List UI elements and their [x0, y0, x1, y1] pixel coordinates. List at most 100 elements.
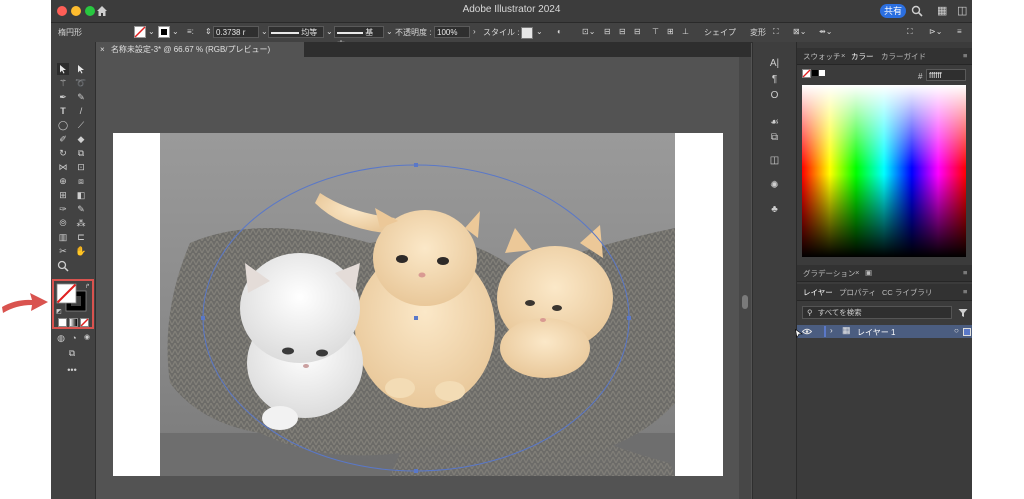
recolor-icon[interactable]: ◐ [557, 27, 562, 36]
tab-gradient[interactable]: グラデーション [803, 268, 855, 279]
document-tab[interactable]: × 名称未設定-3* @ 66.67 % (RGB/プレビュー) [96, 42, 304, 57]
align-icon[interactable]: ⊡⌄ [582, 27, 595, 36]
opacity-field[interactable]: 100% [434, 26, 470, 38]
expand-chevron-icon[interactable]: › [830, 326, 833, 335]
eye-icon[interactable] [802, 328, 812, 335]
paragraph-panel-icon[interactable]: ¶ [753, 74, 796, 85]
stroke-profile-dropdown[interactable]: 均等 [268, 26, 324, 38]
zoom-tool-icon[interactable] [57, 260, 69, 272]
fill-color-mode-button[interactable] [58, 318, 67, 327]
stroke-weight-stepper-icon[interactable]: ⇕ [205, 27, 212, 36]
shaper-tool-icon[interactable]: ✐ [56, 133, 70, 145]
align-right-icon[interactable]: ⊟ [634, 27, 641, 36]
transform-panel-icon[interactable]: ◫ [753, 155, 796, 166]
type-tool-icon[interactable]: T [56, 105, 70, 117]
tab-color-guide[interactable]: カラーガイド [881, 51, 926, 62]
filter-icon[interactable] [958, 308, 968, 318]
fill-swatch-none[interactable] [134, 26, 146, 38]
draw-mode-icon[interactable]: ◍ [54, 332, 68, 344]
tab-properties[interactable]: プロパティ [839, 287, 876, 298]
layers-menu-icon[interactable]: ≡ [963, 287, 967, 296]
fill-none-mode-button[interactable] [80, 318, 89, 327]
curvature-tool-icon[interactable]: ✎ [74, 91, 88, 103]
transform-button[interactable]: 変形 [750, 27, 766, 38]
blend-tool-icon[interactable]: ⦾ [56, 217, 70, 229]
gradient-swatch-icon[interactable]: ▣ [865, 268, 872, 277]
scale-tool-icon[interactable]: ⧉ [74, 147, 88, 159]
eraser-tool-icon[interactable]: ◆ [74, 133, 88, 145]
align-center-icon[interactable]: ⊟ [619, 27, 626, 36]
gradient-menu-icon[interactable]: ≡ [963, 268, 967, 277]
symbols-panel-icon[interactable]: ♣ [753, 204, 796, 215]
workspace-switcher-icon[interactable]: ▦ [937, 4, 947, 18]
transform-options-icon[interactable]: ⇴⌄ [819, 27, 832, 36]
profile-chevron-icon[interactable]: ⌄ [326, 27, 333, 36]
style-chevron-icon[interactable]: ⌄ [536, 27, 543, 36]
more-tools-icon[interactable]: ••• [65, 364, 79, 376]
panel-menu-icon[interactable]: ≡ [963, 51, 967, 60]
panel-layout-icon[interactable]: ◫ [957, 4, 967, 18]
arrange-icon[interactable]: ⛶ [907, 27, 913, 37]
stroke-weight-field[interactable]: 0.3738 r [213, 26, 259, 38]
free-transform-tool-icon[interactable]: ⊡ [74, 161, 88, 173]
magic-wand-tool-icon[interactable]: ⚚ [56, 77, 70, 89]
hex-field[interactable]: ffffff [926, 69, 966, 81]
style-swatch[interactable] [521, 27, 533, 39]
fill-dropdown-chevron-icon[interactable]: ⌄ [148, 27, 155, 36]
eyedropper-tool-icon[interactable]: ✑ [56, 203, 70, 215]
fill-stroke-widget[interactable]: ↱ ◩ [52, 279, 94, 329]
control-menu-icon[interactable]: ≡ [957, 27, 962, 36]
tab-swatches[interactable]: スウォッチ [803, 51, 841, 62]
appearance-panel-icon[interactable]: ✺ [753, 180, 796, 191]
share-button[interactable]: 共有 [880, 4, 906, 18]
align-bottom-icon[interactable]: ⊥ [682, 27, 689, 36]
hand-tool-icon[interactable]: ✋ [74, 245, 88, 257]
lasso-tool-icon[interactable]: ➰ [74, 77, 88, 89]
layers-search-input[interactable]: ⚲ すべてを検索 [802, 306, 952, 319]
layer-row[interactable]: › ▦ レイヤー 1 ○ [797, 325, 972, 338]
rotate-tool-icon[interactable]: ↻ [56, 147, 70, 159]
align-middle-icon[interactable]: ⊞ [667, 27, 674, 36]
perspective-tool-icon[interactable]: ⧈ [74, 175, 88, 187]
shape-builder-tool-icon[interactable]: ⊕ [56, 175, 70, 187]
tab-color[interactable]: カラー [851, 51, 874, 62]
scrollbar-thumb[interactable] [742, 295, 748, 309]
close-tab-icon[interactable]: × [100, 45, 105, 54]
mesh-tool-icon[interactable]: ⊞ [56, 189, 70, 201]
fill-gradient-mode-button[interactable] [69, 318, 78, 327]
tab-layers[interactable]: レイヤー [803, 287, 833, 298]
width-tool-icon[interactable]: ⋈ [56, 161, 70, 173]
line-tool-icon[interactable]: / [74, 105, 88, 117]
brush-tool-icon[interactable]: ⟋ [74, 119, 88, 131]
anchor-icon[interactable]: ⛶ [773, 27, 779, 37]
draw-behind-icon[interactable]: ◉ [80, 332, 94, 344]
graph-tool-icon[interactable]: ▥ [56, 231, 70, 243]
swap-fill-stroke-icon[interactable]: ↱ [85, 283, 90, 290]
draw-inside-icon[interactable]: ◔ [67, 332, 81, 344]
panel-menu-icon[interactable]: ⊳⌄ [929, 27, 942, 36]
search-icon[interactable] [911, 5, 923, 17]
gradient-tool-icon[interactable]: ◧ [74, 189, 88, 201]
align-top-icon[interactable]: ⊤ [652, 27, 659, 36]
color-panel-fill-stroke-icon[interactable] [802, 69, 826, 80]
stroke-swatch[interactable] [158, 26, 170, 38]
stroke-dropdown-chevron-icon[interactable]: ⌄ [172, 27, 179, 36]
tab-cc-libraries[interactable]: CC ライブラリ [882, 287, 932, 298]
pen-tool-icon[interactable]: ✒ [56, 91, 70, 103]
shape-button[interactable]: シェイプ [704, 27, 736, 38]
opacity-arrow-icon[interactable]: › [473, 27, 476, 36]
artboard-tool-icon[interactable]: ⊏ [74, 231, 88, 243]
libraries-panel-icon[interactable]: ⧉ [753, 132, 796, 143]
ellipse-tool-icon[interactable]: ◯ [56, 119, 70, 131]
glyph-panel-icon[interactable]: ☙ [753, 117, 796, 128]
brush-dropdown[interactable]: 基本 [334, 26, 384, 49]
symbol-sprayer-tool-icon[interactable]: ⁂ [74, 217, 88, 229]
kittens-photo[interactable] [160, 133, 675, 476]
measure-tool-icon[interactable]: ✎ [74, 203, 88, 215]
selection-square-icon[interactable] [963, 328, 971, 336]
default-fill-stroke-icon[interactable]: ◩ [56, 308, 62, 315]
slice-tool-icon[interactable]: ✂ [56, 245, 70, 257]
opentype-panel-icon[interactable]: O [753, 90, 796, 101]
character-panel-icon[interactable]: A| [753, 58, 796, 69]
align-left-icon[interactable]: ⊟ [604, 27, 611, 36]
